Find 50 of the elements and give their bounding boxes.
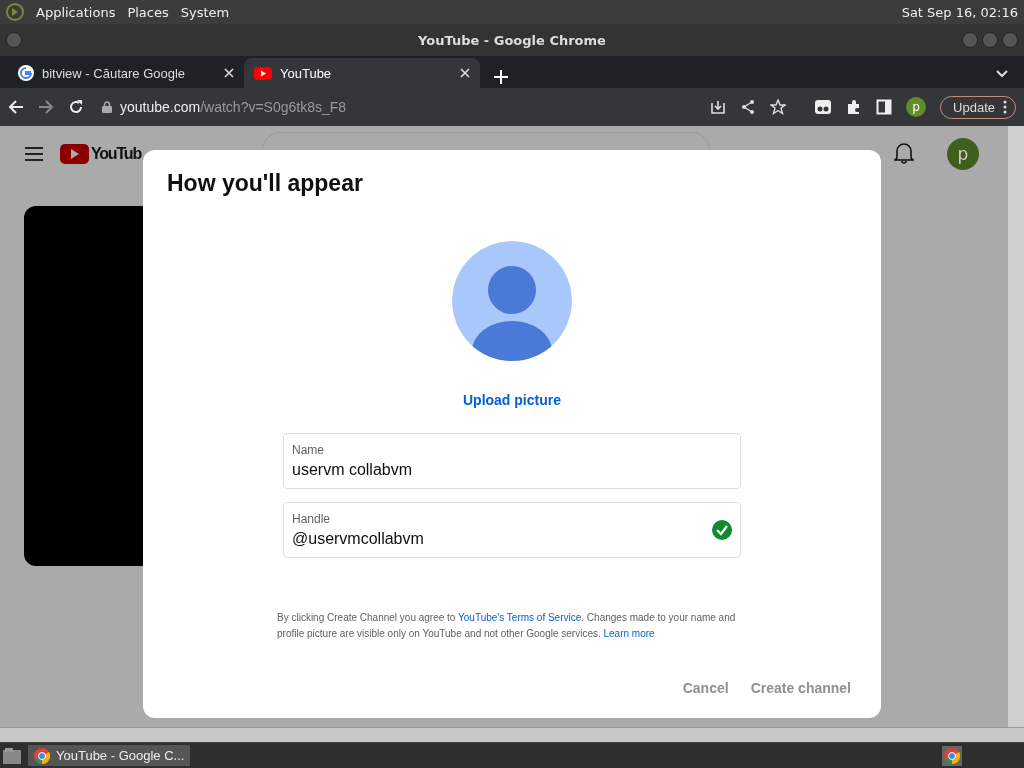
extension-glasses-icon[interactable] <box>814 99 833 115</box>
avatar-placeholder-icon <box>452 241 572 361</box>
browser-tab[interactable]: bitview - Căutare Google <box>8 58 244 88</box>
panel-menu[interactable]: Places <box>127 4 169 20</box>
show-desktop-icon[interactable] <box>2 746 22 765</box>
more-icon[interactable] <box>1003 100 1007 114</box>
side-panel-icon[interactable] <box>876 99 893 115</box>
chrome-icon <box>944 747 960 764</box>
star-icon[interactable] <box>770 99 787 115</box>
horizontal-scrollbar[interactable] <box>0 727 1024 742</box>
upload-picture-link[interactable]: Upload picture <box>457 391 567 409</box>
youtube-icon <box>254 66 272 80</box>
text-link[interactable]: Learn more <box>603 628 655 639</box>
new-tab-icon[interactable] <box>494 70 508 84</box>
chrome-icon <box>34 747 50 764</box>
back-icon[interactable] <box>8 99 24 115</box>
tray-item[interactable] <box>942 745 962 766</box>
panel-menu[interactable]: System <box>180 4 230 20</box>
panel-menu[interactable]: Applications <box>36 4 116 20</box>
distro-logo-icon[interactable] <box>6 3 24 21</box>
profile-avatar[interactable]: p <box>906 97 927 117</box>
clock: Sat Sep 16, 02:16 <box>901 4 1018 20</box>
lock-icon[interactable] <box>102 101 112 113</box>
disclaimer-text: By clicking Create Channel you agree to YouTube's Terms of Service. Changes made to your name and profile picture are visible only on YouTube and not other Google services. Learn more <box>277 611 737 641</box>
field-label: Handle <box>292 512 332 526</box>
dialog-title: How you'll appear <box>167 170 363 197</box>
field-value: uservm collabvm <box>292 461 414 479</box>
share-icon[interactable] <box>740 99 757 115</box>
taskbar-button[interactable]: YouTube - Google C... <box>28 745 191 766</box>
text-field[interactable]: Name uservm collabvm <box>283 433 741 489</box>
reload-icon[interactable] <box>68 99 84 115</box>
window-title: YouTube - Google Chrome <box>418 32 606 48</box>
browser-tab[interactable]: YouTube <box>244 58 480 88</box>
google-icon <box>18 65 34 81</box>
text-field[interactable]: Handle @uservmcollabvm <box>283 502 741 558</box>
address-field[interactable]: youtube.com/watch?v=S0g6tk8s_F8 <box>120 99 347 115</box>
install-icon[interactable] <box>710 99 727 115</box>
account-avatar[interactable]: p <box>947 138 979 170</box>
vertical-scrollbar[interactable] <box>1008 126 1024 728</box>
field-label: Name <box>292 443 325 457</box>
close-icon[interactable] <box>224 68 234 78</box>
bell-icon[interactable] <box>894 142 914 164</box>
task-label: YouTube - Google C... <box>56 748 185 763</box>
logo-text: YouTub <box>91 145 141 163</box>
forward-icon[interactable] <box>38 99 54 115</box>
chevron-down-icon[interactable] <box>996 70 1008 78</box>
youtube-logo-icon[interactable] <box>60 144 89 164</box>
menu-icon[interactable] <box>24 146 44 162</box>
close-icon[interactable] <box>460 68 470 78</box>
field-value: @uservmcollabvm <box>292 530 425 548</box>
